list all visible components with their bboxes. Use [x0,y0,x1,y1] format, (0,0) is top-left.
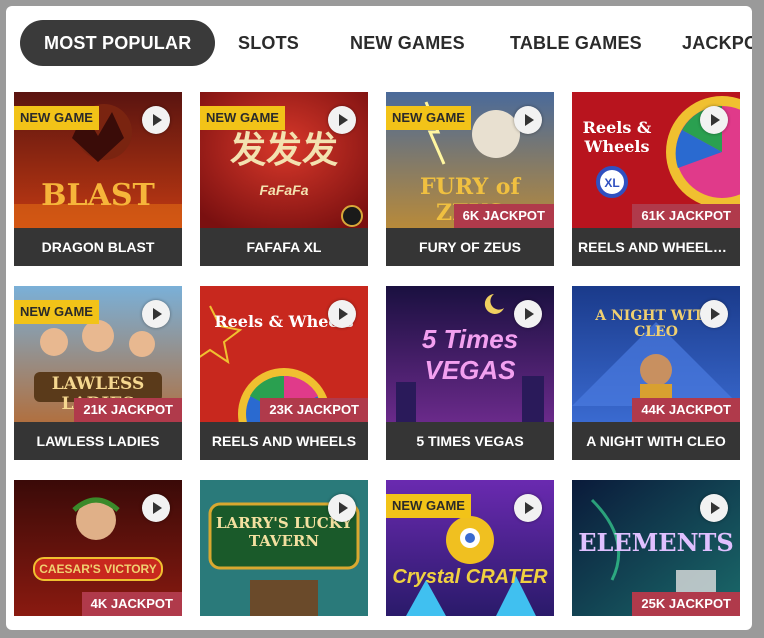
jackpot-badge: 21K JACKPOT [74,398,182,422]
jackpot-badge: 61K JACKPOT [632,204,740,228]
tab-new-games[interactable]: NEW GAMES [350,20,465,66]
game-art-title: Crystal CRATER [392,566,548,588]
game-art-title: 5 Times VEGAS [421,324,519,385]
play-icon[interactable] [328,494,356,522]
app-frame: MOST POPULAR SLOTS NEW GAMES TABLE GAMES… [6,6,752,630]
game-title: LAWLESS LADIES [14,422,182,460]
game-card-caesars-victory[interactable]: CAESAR'S VICTORY 4K JACKPOT [14,480,182,630]
play-icon[interactable] [142,300,170,328]
tab-table-games[interactable]: TABLE GAMES [510,20,642,66]
jackpot-badge: 4K JACKPOT [81,592,182,616]
game-art-title: CAESAR'S VICTORY [39,562,157,576]
play-icon[interactable] [700,494,728,522]
new-game-badge: NEW GAME [200,106,285,130]
play-icon[interactable] [142,494,170,522]
game-card-a-night-with-cleo[interactable]: A NIGHT WITH CLEO 44K JACKPOT A NIGHT WI… [572,286,740,460]
category-tabs: MOST POPULAR SLOTS NEW GAMES TABLE GAMES… [6,20,752,66]
jackpot-badge: 44K JACKPOT [632,398,740,422]
game-title: DRAGON BLAST [14,228,182,266]
jackpot-badge: 25K JACKPOT [632,592,740,616]
svg-text:发发发: 发发发 [230,129,338,171]
tab-slots[interactable]: SLOTS [238,20,299,66]
game-title: REELS AND WHEELS [200,422,368,460]
new-game-badge: NEW GAME [14,106,99,130]
game-art-title: Reels & Wheels [582,118,652,156]
svg-text:XL: XL [604,176,619,190]
new-game-badge: NEW GAME [386,106,471,130]
game-art-title: FaFaFa [259,182,309,198]
game-title: REELS AND WHEELS ... [572,228,740,266]
game-card-fafafa-xl[interactable]: 发发发 FaFaFa NEW GAME FAFAFA XL [200,92,368,266]
tab-jackpots[interactable]: JACKPOTS [682,20,752,66]
game-card-reels-and-wheels[interactable]: Reels & Wheels 23K JACKPOT REELS AND WHE… [200,286,368,460]
game-card-5-times-vegas[interactable]: 5 Times VEGAS 5 TIMES VEGAS [386,286,554,460]
play-icon[interactable] [514,494,542,522]
jackpot-badge: 6K JACKPOT [453,204,554,228]
play-icon[interactable] [328,106,356,134]
game-card-fury-of-zeus[interactable]: FURY of ZEUS NEW GAME 6K JACKPOT FURY OF… [386,92,554,266]
play-icon[interactable] [142,106,170,134]
game-card-larrys-lucky-tavern[interactable]: LARRY'S LUCKY TAVERN [200,480,368,630]
play-icon[interactable] [700,106,728,134]
game-card-crystal-crater[interactable]: Crystal CRATER NEW GAME [386,480,554,630]
play-icon[interactable] [328,300,356,328]
game-title: FAFAFA XL [200,228,368,266]
tab-most-popular[interactable]: MOST POPULAR [20,20,216,66]
game-title: A NIGHT WITH CLEO [572,422,740,460]
game-art-title: ELEMENTS [578,528,734,557]
game-title: 5 TIMES VEGAS [386,422,554,460]
new-game-badge: NEW GAME [14,300,99,324]
play-icon[interactable] [514,300,542,328]
game-card-reels-and-wheels-xl[interactable]: XL Reels & Wheels 61K JACKPOT REELS AND … [572,92,740,266]
play-icon[interactable] [514,106,542,134]
game-card-lawless-ladies[interactable]: LAWLESS LADIES NEW GAME 21K JACKPOT LAWL… [14,286,182,460]
game-card-elements[interactable]: ELEMENTS 25K JACKPOT [572,480,740,630]
game-card-dragon-blast[interactable]: BLAST NEW GAME DRAGON BLAST [14,92,182,266]
jackpot-badge: 23K JACKPOT [260,398,368,422]
game-title: FURY OF ZEUS [386,228,554,266]
game-art-title: BLAST [41,178,155,213]
new-game-badge: NEW GAME [386,494,471,518]
play-icon[interactable] [700,300,728,328]
